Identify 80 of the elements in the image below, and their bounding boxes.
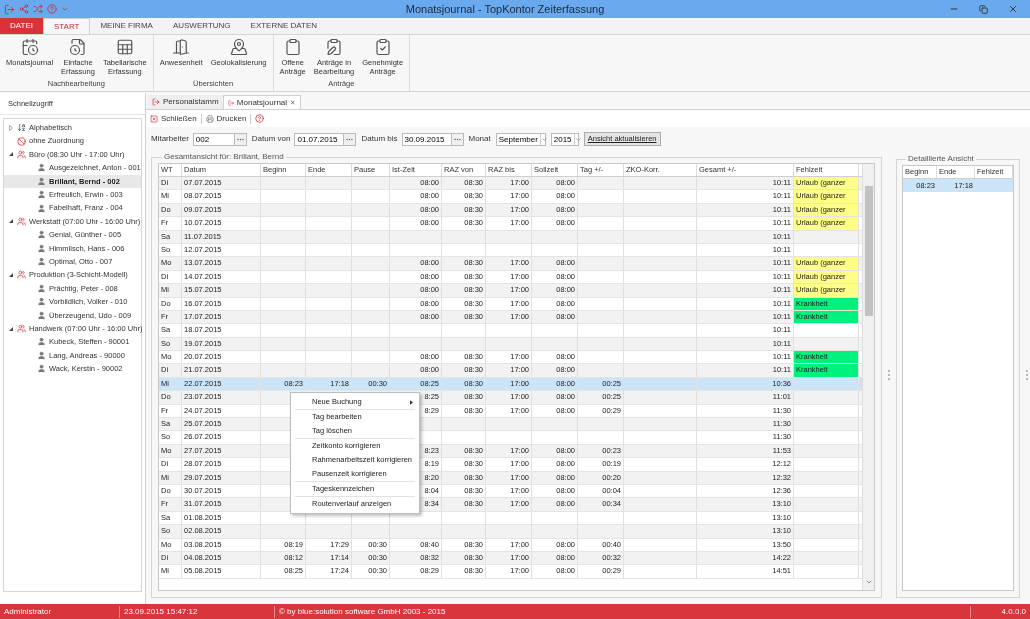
collapse-triangle-icon[interactable] <box>8 151 14 158</box>
close-square-icon <box>150 114 158 123</box>
status-copyright: © by blue:solution software GmbH 2003 - 2015 <box>278 605 447 618</box>
person-icon <box>37 190 46 200</box>
prohibited-icon <box>17 136 26 146</box>
person-icon <box>37 310 46 320</box>
person-icon <box>37 176 46 186</box>
person-icon <box>37 203 46 213</box>
ribbon-tab[interactable]: DATEI <box>0 18 43 34</box>
exit-arrow-icon <box>152 98 160 106</box>
field-label: Datum bis <box>361 133 398 145</box>
file-clock-icon <box>69 38 87 56</box>
field-label: Mitarbeiter <box>151 133 189 145</box>
person-icon <box>37 163 46 173</box>
status-user: Administrator <box>0 605 120 618</box>
close-button[interactable]: Schließen <box>150 112 197 125</box>
group-title: Gesamtansicht für: Brillant, Bernd <box>163 151 285 163</box>
status-timestamp: 23.09.2015 15:47:12 <box>120 605 275 618</box>
printer-icon <box>205 114 214 123</box>
document-tab[interactable]: Personalstamm <box>148 95 223 109</box>
users-icon <box>17 270 26 280</box>
ribbon-tab[interactable]: AUSWERTUNG <box>162 18 241 34</box>
table-icon <box>115 38 134 56</box>
document-tab[interactable]: Monatsjournal <box>222 95 301 109</box>
clipboard-check-icon <box>373 38 392 56</box>
status-version: 4.0.0.0 <box>970 605 1030 618</box>
close-icon[interactable] <box>1008 4 1018 14</box>
dropdown[interactable]: 2015 <box>550 132 579 146</box>
close-icon[interactable] <box>290 99 296 106</box>
dropdown-icon[interactable] <box>61 5 69 13</box>
sort-icon <box>17 123 26 133</box>
chevron-down-icon <box>574 135 582 143</box>
text-field[interactable]: 01.07.2015 <box>294 132 345 146</box>
clipboard-pen-icon <box>325 38 343 56</box>
restore-icon[interactable] <box>979 4 988 14</box>
scrollbar[interactable] <box>862 164 874 590</box>
users-icon <box>17 149 26 159</box>
dropdown[interactable]: September <box>495 132 546 146</box>
person-icon <box>37 257 46 267</box>
ellipsis-icon <box>453 137 461 141</box>
collapse-triangle-icon[interactable] <box>8 218 14 225</box>
ellipsis-icon <box>236 137 244 141</box>
ribbon-tab[interactable]: MEINE FIRMA <box>90 18 163 34</box>
field-label: Monat <box>468 133 491 145</box>
share-icon[interactable] <box>19 4 29 14</box>
print-button[interactable]: Drucken <box>205 112 247 125</box>
text-field[interactable]: 002 <box>192 132 235 146</box>
collapse-triangle-icon[interactable] <box>8 272 14 278</box>
person-icon <box>37 283 46 293</box>
exit-arrow-icon <box>227 98 234 107</box>
map-pin-icon <box>229 38 248 56</box>
person-icon <box>37 364 46 374</box>
help-icon[interactable] <box>47 4 57 14</box>
group-title: Detaillierte Ansicht <box>907 153 975 165</box>
ribbon-tab[interactable]: EXTERNE DATEN <box>240 18 328 34</box>
person-icon <box>37 230 46 240</box>
calendar-clock-icon <box>20 38 39 56</box>
person-icon <box>37 350 46 360</box>
expand-triangle-icon[interactable] <box>8 124 14 131</box>
submenu-arrow-icon <box>410 399 413 405</box>
users-icon <box>17 216 26 226</box>
scroll-down-icon[interactable] <box>864 578 873 586</box>
ribbon-tab[interactable]: START <box>42 18 91 34</box>
ellipsis-icon <box>346 137 354 141</box>
clipboard-icon <box>283 38 302 56</box>
text-field[interactable]: 30.09.2015 <box>401 132 452 146</box>
window-title: Monatsjournal - TopKontor Zeiterfassung <box>405 1 605 17</box>
shuffle-icon[interactable] <box>33 4 43 14</box>
exit-icon[interactable] <box>4 3 15 15</box>
door-icon <box>172 38 191 56</box>
field-label: Datum von <box>251 133 291 145</box>
person-icon <box>37 337 46 347</box>
collapse-triangle-icon[interactable] <box>8 325 14 332</box>
person-icon <box>37 297 46 307</box>
picker-button[interactable] <box>344 132 357 146</box>
users-icon <box>17 324 26 334</box>
scrollbar-thumb[interactable] <box>864 186 873 316</box>
person-icon <box>37 243 46 253</box>
chevron-down-icon <box>540 135 548 143</box>
help-icon[interactable] <box>255 114 265 123</box>
